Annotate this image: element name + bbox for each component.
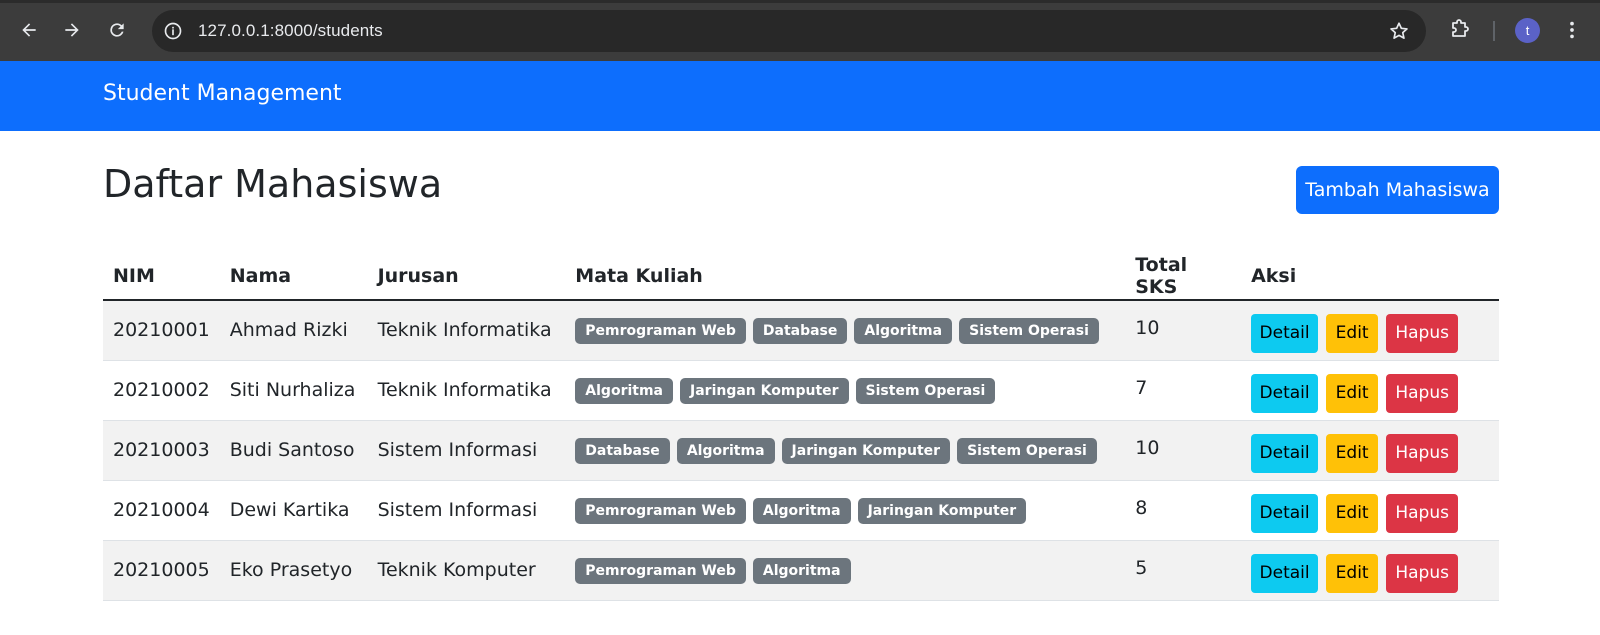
- cell-total-sks: 10: [1125, 420, 1242, 481]
- detail-button[interactable]: Detail: [1251, 373, 1319, 413]
- course-badge: Sistem Operasi: [855, 378, 996, 404]
- cell-mata-kuliah: Pemrograman Web Database Algoritma Sistem O…: [565, 300, 1126, 361]
- cell-nim: 20210002: [103, 360, 220, 421]
- delete-button[interactable]: Hapus: [1386, 433, 1459, 473]
- column-header-mata-kuliah: Mata Kuliah: [565, 252, 1126, 301]
- profile-avatar[interactable]: t: [1515, 18, 1540, 43]
- course-badge: Pemrograman Web: [575, 498, 746, 524]
- reload-icon[interactable]: [102, 15, 132, 45]
- table-row: 20210002 Siti Nurhaliza Teknik Informati…: [103, 360, 1499, 421]
- page-title: Daftar Mahasiswa: [103, 162, 443, 206]
- cell-nama: Eko Prasetyo: [219, 540, 368, 601]
- course-badge: Jaringan Komputer: [680, 378, 849, 404]
- cell-nama: Dewi Kartika: [219, 480, 368, 541]
- detail-button[interactable]: Detail: [1251, 553, 1319, 593]
- cell-aksi: Detail Edit Hapus: [1241, 300, 1499, 361]
- add-student-button[interactable]: Tambah Mahasiswa: [1296, 166, 1499, 214]
- course-badge: Algoritma: [854, 318, 953, 345]
- cell-aksi: Detail Edit Hapus: [1241, 420, 1499, 481]
- edit-button[interactable]: Edit: [1326, 313, 1379, 353]
- detail-button[interactable]: Detail: [1251, 313, 1319, 353]
- cell-aksi: Detail Edit Hapus: [1241, 360, 1499, 421]
- app-navbar: Student Management: [0, 61, 1600, 131]
- course-badge: Algoritma: [752, 558, 851, 584]
- detail-button[interactable]: Detail: [1251, 433, 1319, 473]
- course-badge: Database: [752, 318, 848, 345]
- course-badge: Algoritma: [575, 378, 674, 404]
- table-row: 20210004 Dewi Kartika Sistem Informasi P…: [103, 480, 1499, 541]
- cell-nim: 20210003: [103, 420, 220, 481]
- course-badge: Algoritma: [752, 498, 851, 524]
- cell-jurusan: Teknik Komputer: [367, 540, 566, 601]
- edit-button[interactable]: Edit: [1326, 493, 1379, 533]
- table-header-row: NIM Nama Jurusan Mata Kuliah Total SKS A…: [103, 252, 1499, 301]
- cell-mata-kuliah: Pemrograman Web Algoritma Jaringan Kompute…: [565, 480, 1126, 541]
- cell-aksi: Detail Edit Hapus: [1241, 480, 1499, 541]
- cell-nama: Siti Nurhaliza: [219, 360, 368, 421]
- navbar-brand[interactable]: Student Management: [103, 81, 342, 106]
- course-badge: Jaringan Komputer: [781, 438, 951, 464]
- url-text[interactable]: 127.0.0.1:8000/students: [198, 21, 383, 41]
- back-arrow-icon[interactable]: [14, 15, 44, 45]
- column-header-jurusan: Jurusan: [367, 252, 566, 301]
- cell-mata-kuliah: Algoritma Jaringan Komputer Sistem Operasi: [565, 360, 1126, 421]
- table-row: 20210003 Budi Santoso Sistem Informasi D…: [103, 420, 1499, 481]
- column-header-total-sks: Total SKS: [1125, 252, 1242, 301]
- course-badge: Sistem Operasi: [959, 318, 1099, 345]
- column-header-nim: NIM: [103, 252, 220, 301]
- cell-jurusan: Teknik Informatika: [367, 360, 566, 421]
- column-header-nama: Nama: [219, 252, 368, 301]
- course-badge: Pemrograman Web: [575, 558, 746, 584]
- menu-kebab-icon[interactable]: [1560, 18, 1584, 42]
- delete-button[interactable]: Hapus: [1386, 553, 1459, 593]
- table-row: 20210005 Eko Prasetyo Teknik Komputer Pe…: [103, 540, 1499, 601]
- course-badge: Database: [575, 438, 670, 464]
- delete-button[interactable]: Hapus: [1386, 373, 1459, 413]
- students-table: NIM Nama Jurusan Mata Kuliah Total SKS A…: [103, 252, 1499, 601]
- cell-nama: Budi Santoso: [219, 420, 368, 481]
- site-info-icon[interactable]: [162, 20, 184, 42]
- table-row: 20210001 Ahmad Rizki Teknik Informatika …: [103, 300, 1499, 361]
- address-bar[interactable]: 127.0.0.1:8000/students: [152, 10, 1426, 52]
- tab-strip-edge: [0, 0, 1600, 3]
- forward-arrow-icon[interactable]: [57, 15, 87, 45]
- bookmark-star-icon[interactable]: [1388, 20, 1410, 42]
- course-badge: Sistem Operasi: [957, 438, 1097, 464]
- edit-button[interactable]: Edit: [1326, 373, 1379, 413]
- cell-total-sks: 5: [1125, 540, 1242, 601]
- browser-toolbar: 127.0.0.1:8000/students t: [0, 0, 1600, 61]
- course-badge: Jaringan Komputer: [857, 498, 1027, 524]
- cell-nim: 20210001: [103, 300, 220, 361]
- edit-button[interactable]: Edit: [1326, 553, 1379, 593]
- extensions-puzzle-icon[interactable]: [1448, 18, 1472, 42]
- delete-button[interactable]: Hapus: [1386, 493, 1459, 533]
- cell-jurusan: Teknik Informatika: [367, 300, 566, 361]
- column-header-aksi: Aksi: [1241, 252, 1499, 301]
- cell-jurusan: Sistem Informasi: [367, 420, 566, 481]
- cell-mata-kuliah: Database Algoritma Jaringan Komputer Sistem…: [565, 420, 1126, 481]
- edit-button[interactable]: Edit: [1326, 433, 1379, 473]
- course-badge: Pemrograman Web: [575, 318, 746, 345]
- cell-nim: 20210004: [103, 480, 220, 541]
- cell-total-sks: 10: [1125, 300, 1242, 361]
- cell-nim: 20210005: [103, 540, 220, 601]
- cell-jurusan: Sistem Informasi: [367, 480, 566, 541]
- detail-button[interactable]: Detail: [1251, 493, 1319, 533]
- toolbar-divider: [1493, 21, 1495, 41]
- cell-total-sks: 8: [1125, 480, 1242, 541]
- cell-aksi: Detail Edit Hapus: [1241, 540, 1499, 601]
- cell-total-sks: 7: [1125, 360, 1242, 421]
- delete-button[interactable]: Hapus: [1386, 313, 1459, 353]
- cell-mata-kuliah: Pemrograman Web Algoritma: [565, 540, 1126, 601]
- cell-nama: Ahmad Rizki: [219, 300, 368, 361]
- course-badge: Algoritma: [676, 438, 775, 464]
